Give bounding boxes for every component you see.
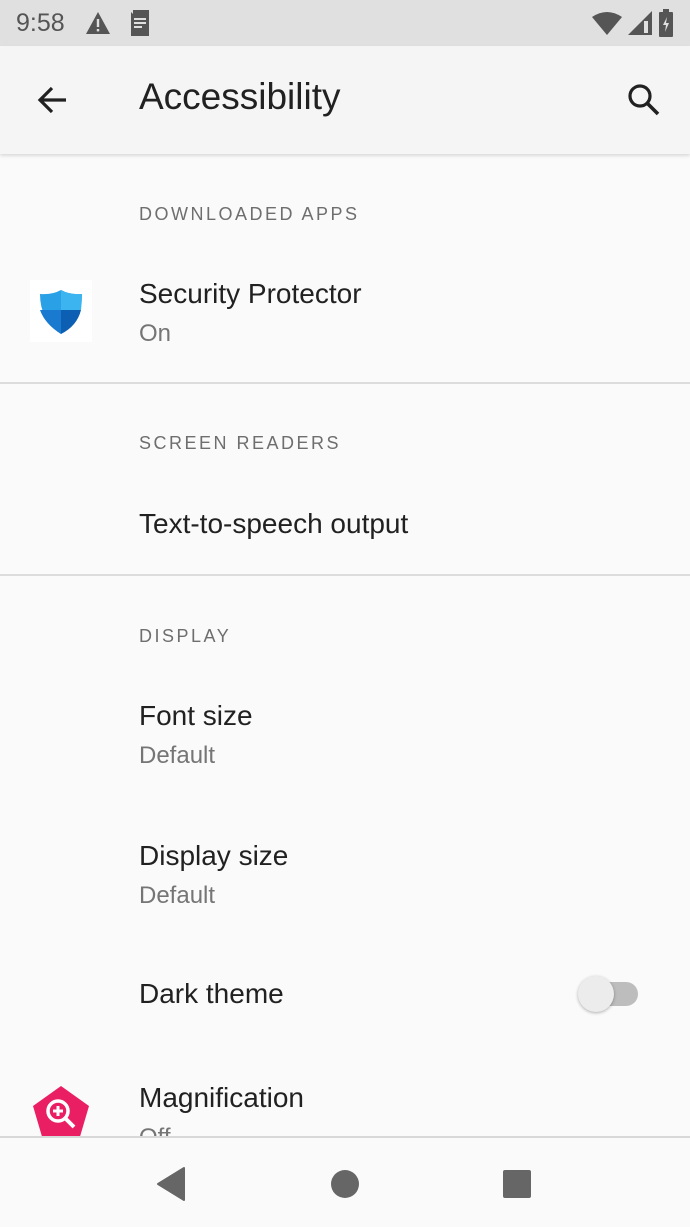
divider — [0, 382, 690, 384]
settings-list: DOWNLOADED APPS Security Protector On SC… — [0, 154, 690, 1136]
back-triangle-icon[interactable] — [152, 1164, 192, 1204]
item-title: Magnification — [139, 1082, 304, 1113]
magnification-icon — [30, 1084, 92, 1136]
recents-square-icon[interactable] — [497, 1164, 537, 1204]
section-header-screen-readers: SCREEN READERS — [139, 433, 342, 453]
arrow-back-icon[interactable] — [32, 80, 72, 120]
search-icon[interactable] — [624, 80, 664, 120]
battery-charging-icon — [659, 9, 673, 37]
navigation-bar — [0, 1136, 690, 1227]
item-subtitle: Default — [139, 882, 216, 909]
item-subtitle: Off — [139, 1124, 171, 1136]
list-item-display-size[interactable]: Display size Default — [0, 804, 690, 944]
shield-icon — [30, 280, 92, 342]
item-title: Font size — [139, 700, 253, 731]
home-circle-icon[interactable] — [325, 1164, 365, 1204]
list-item-security-protector[interactable]: Security Protector On — [0, 244, 690, 382]
warning-icon — [85, 12, 110, 34]
toggle-thumb — [578, 976, 614, 1012]
dark-theme-toggle[interactable] — [576, 972, 640, 1016]
item-subtitle: Default — [139, 742, 216, 769]
item-title: Dark theme — [139, 978, 284, 1009]
wifi-icon — [592, 12, 622, 35]
item-title: Security Protector — [139, 278, 362, 309]
list-item-text-to-speech[interactable]: Text-to-speech output — [0, 474, 690, 574]
notification-doc-icon — [128, 10, 149, 36]
item-subtitle: On — [139, 320, 172, 347]
app-bar: Accessibility — [0, 46, 690, 154]
status-time: 9:58 — [16, 8, 65, 37]
item-title: Text-to-speech output — [139, 508, 409, 539]
divider — [0, 574, 690, 576]
page-title: Accessibility — [139, 76, 341, 117]
item-title: Display size — [139, 840, 289, 871]
section-header-downloaded-apps: DOWNLOADED APPS — [139, 204, 360, 224]
list-item-magnification[interactable]: Magnification Off — [0, 1044, 690, 1136]
list-item-dark-theme[interactable]: Dark theme — [0, 944, 690, 1044]
list-item-font-size[interactable]: Font size Default — [0, 664, 690, 804]
status-bar: 9:58 — [0, 0, 690, 46]
section-header-display: DISPLAY — [139, 626, 232, 646]
signal-icon — [628, 11, 652, 35]
